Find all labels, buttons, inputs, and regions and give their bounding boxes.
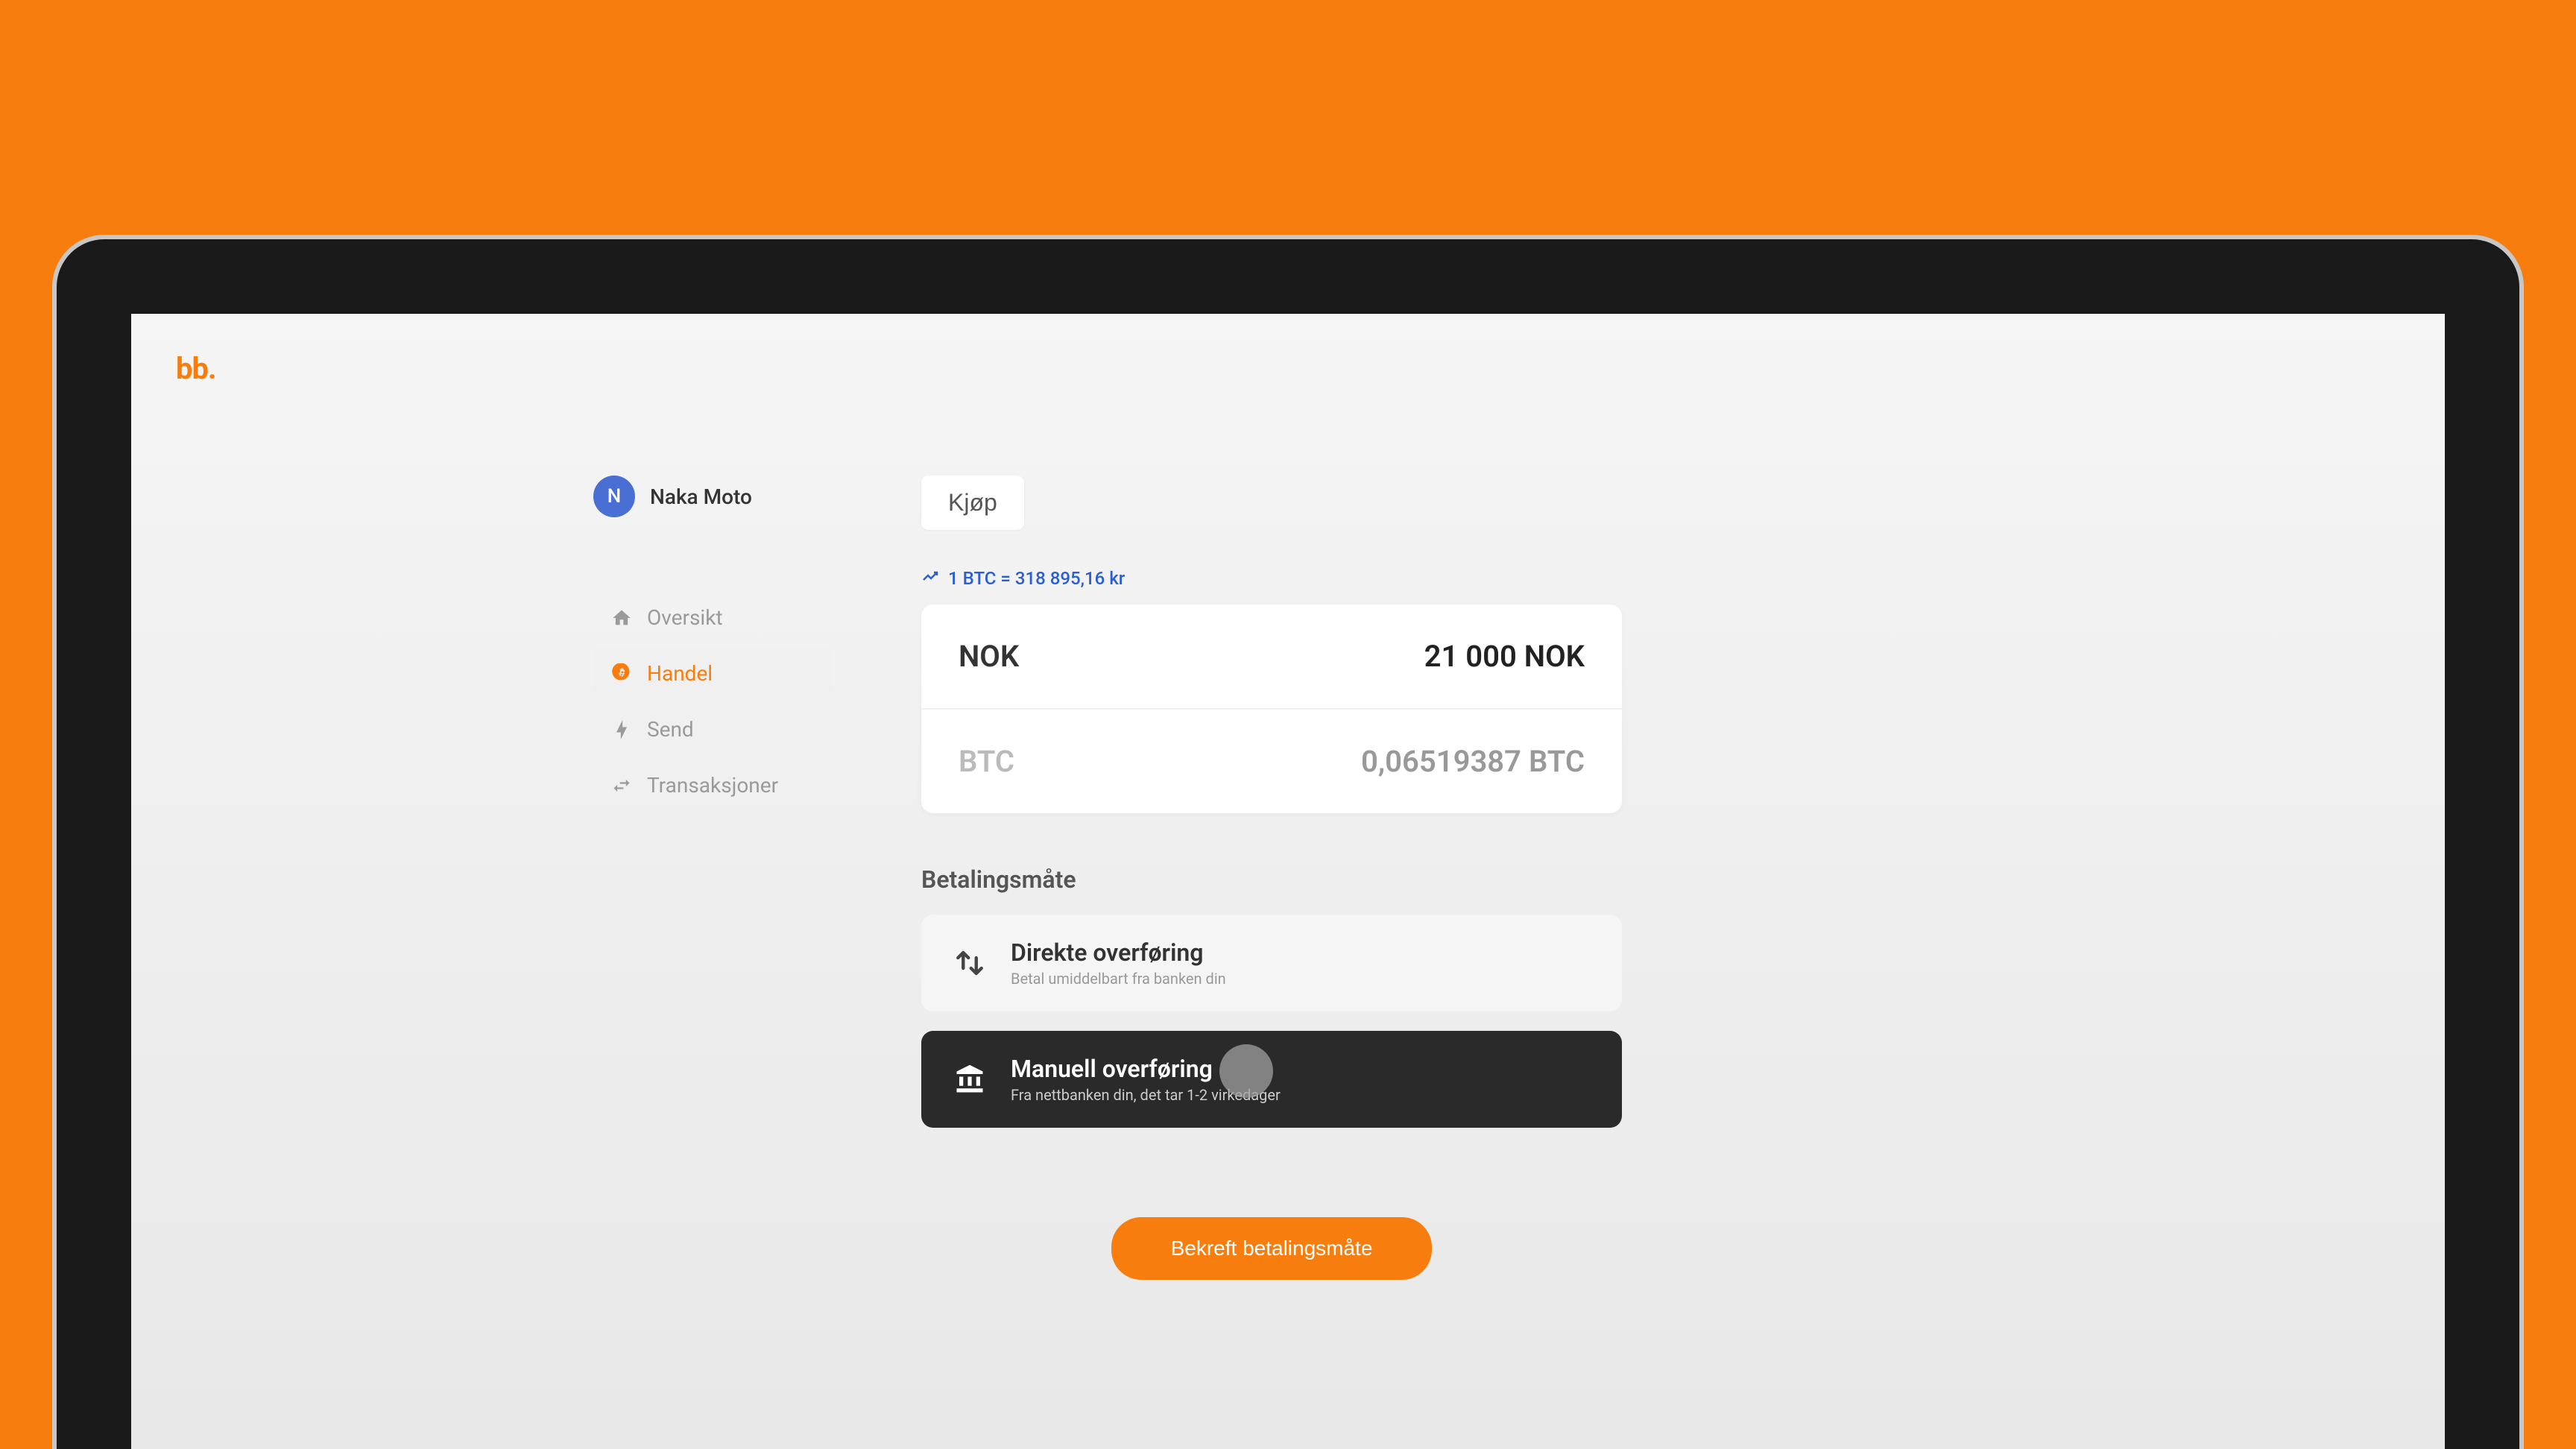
sidebar: N Naka Moto Oversikt Han [593, 476, 832, 1280]
transfer-icon [611, 775, 632, 796]
to-currency-row[interactable]: BTC 0,06519387 BTC [921, 710, 1622, 813]
swap-icon [954, 947, 985, 979]
avatar: N [593, 476, 635, 517]
content-wrapper: N Naka Moto Oversikt Han [593, 476, 2400, 1280]
app-screen: bb. N Naka Moto Oversikt [131, 314, 2445, 1449]
payment-text: Direkte overføring Betal umiddelbart fra… [1011, 938, 1226, 988]
from-currency-value: 21 000 NOK [1424, 639, 1585, 674]
payment-option-manual[interactable]: Manuell overføring Fra nettbanken din, d… [921, 1031, 1622, 1128]
main-content: Kjøp 1 BTC = 318 895,16 kr NOK 21 000 NO… [921, 476, 1622, 1280]
user-profile[interactable]: N Naka Moto [593, 476, 832, 517]
nav: Oversikt Handel Send [593, 592, 832, 811]
from-currency-row[interactable]: NOK 21 000 NOK [921, 604, 1622, 710]
home-icon [611, 607, 632, 628]
payment-subtitle: Betal umiddelbart fra banken din [1011, 970, 1226, 988]
payment-option-direct[interactable]: Direkte overføring Betal umiddelbart fra… [921, 915, 1622, 1011]
logo: bb. [176, 351, 2400, 386]
to-currency-label: BTC [959, 744, 1014, 779]
to-currency-value: 0,06519387 BTC [1361, 744, 1585, 779]
payment-section-title: Betalingsmåte [921, 865, 1622, 894]
nav-item-oversikt[interactable]: Oversikt [593, 592, 832, 643]
nav-label: Oversikt [647, 605, 723, 630]
bitcoin-icon [611, 663, 632, 684]
nav-item-transaksjoner[interactable]: Transaksjoner [593, 760, 832, 811]
chart-icon [921, 567, 939, 590]
tab-kjop[interactable]: Kjøp [921, 476, 1024, 530]
nav-item-send[interactable]: Send [593, 704, 832, 755]
rate-text: 1 BTC = 318 895,16 kr [948, 568, 1125, 589]
conversion-card: NOK 21 000 NOK BTC 0,06519387 BTC [921, 604, 1622, 813]
nav-label: Handel [647, 661, 713, 686]
nav-item-handel[interactable]: Handel [593, 648, 832, 699]
nav-label: Transaksjoner [647, 773, 778, 798]
cursor-indicator [1219, 1044, 1273, 1098]
nav-label: Send [647, 717, 694, 742]
from-currency-label: NOK [959, 639, 1019, 674]
exchange-rate: 1 BTC = 318 895,16 kr [921, 567, 1622, 590]
payment-title: Direkte overføring [1011, 938, 1226, 967]
user-name: Naka Moto [650, 484, 752, 509]
lightning-icon [611, 719, 632, 740]
laptop-frame: bb. N Naka Moto Oversikt [52, 235, 2524, 1449]
confirm-button[interactable]: Bekreft betalingsmåte [1111, 1217, 1433, 1280]
bank-icon [954, 1064, 985, 1095]
